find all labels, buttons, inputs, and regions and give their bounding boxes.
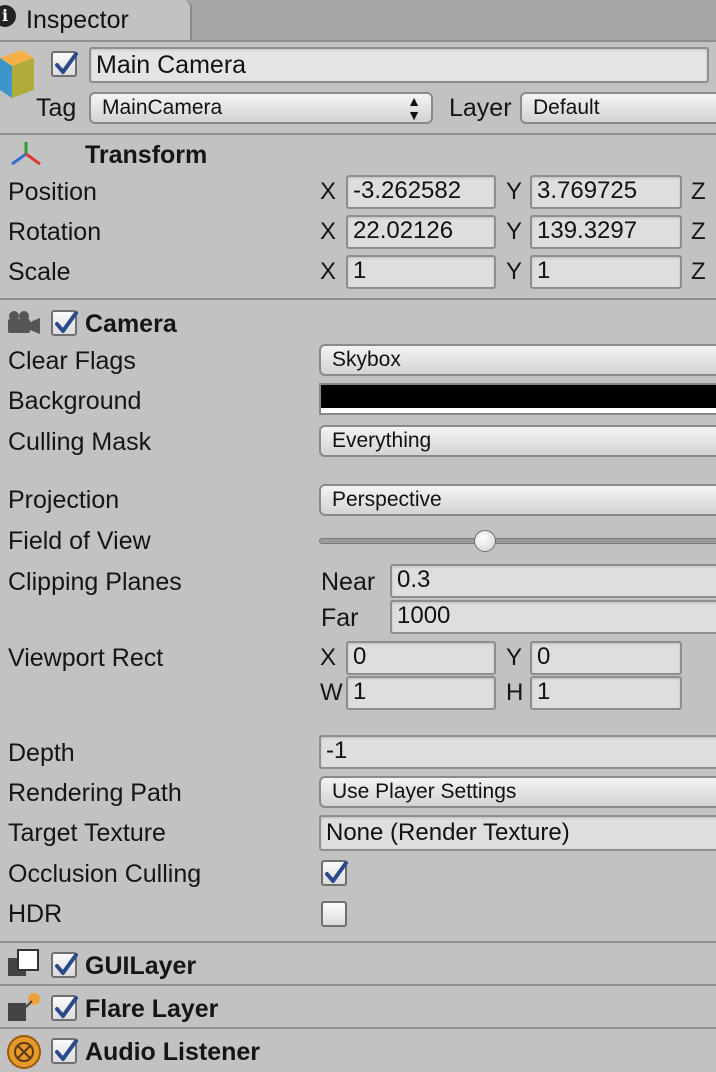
- flare-layer-icon: [8, 993, 40, 1021]
- fov-label: Field of View: [8, 527, 151, 555]
- projection-label: Projection: [8, 486, 120, 514]
- culling-mask-value: Everything: [332, 429, 432, 452]
- clipping-planes-label: Clipping Planes: [8, 568, 182, 596]
- scale-label: Scale: [8, 258, 71, 286]
- position-x-field[interactable]: -3.262582: [346, 175, 496, 209]
- camera-divider: [0, 941, 716, 943]
- clear-flags-dropdown[interactable]: Skybox: [319, 344, 716, 376]
- position-y-field[interactable]: 3.769725: [530, 175, 682, 209]
- camera-enabled-checkbox[interactable]: [51, 310, 78, 336]
- rendering-path-label: Rendering Path: [8, 779, 182, 807]
- near-label: Near: [321, 568, 376, 596]
- rotation-x-axis: X: [320, 218, 337, 245]
- transform-axes-icon: [11, 142, 41, 166]
- scale-x-field[interactable]: 1: [346, 255, 496, 289]
- audio-listener-enabled-checkbox[interactable]: [51, 1038, 78, 1064]
- far-label: Far: [321, 604, 359, 632]
- scale-y-field[interactable]: 1: [530, 255, 682, 289]
- viewport-x-field[interactable]: 0: [346, 641, 496, 675]
- header-divider: [0, 133, 716, 135]
- target-texture-label: Target Texture: [8, 819, 166, 847]
- rotation-z-axis: Z: [691, 218, 706, 245]
- tag-label: Tag: [36, 94, 77, 122]
- viewport-x-label: X: [320, 644, 337, 671]
- background-label: Background: [8, 387, 142, 415]
- audio-listener-icon: [7, 1035, 41, 1069]
- scale-x-axis: X: [320, 258, 337, 285]
- depth-label: Depth: [8, 739, 75, 767]
- viewport-h-label: H: [506, 679, 524, 706]
- clear-flags-value: Skybox: [332, 348, 401, 371]
- guilayer-enabled-checkbox[interactable]: [51, 952, 78, 978]
- culling-mask-label: Culling Mask: [8, 428, 152, 456]
- position-z-axis: Z: [691, 178, 706, 205]
- hdr-checkbox[interactable]: [321, 901, 347, 927]
- gameobject-cube-icon: [0, 50, 34, 98]
- tab-title: Inspector: [26, 6, 129, 34]
- camera-title: Camera: [85, 310, 177, 338]
- fov-slider-track[interactable]: [319, 538, 716, 544]
- object-active-checkbox[interactable]: [51, 51, 78, 77]
- tab-divider: [0, 40, 716, 42]
- flare-layer-title: Flare Layer: [85, 995, 219, 1023]
- audio-listener-title: Audio Listener: [85, 1038, 261, 1066]
- tab-inspector[interactable]: i Inspector: [0, 0, 192, 40]
- layer-dropdown[interactable]: Default: [520, 92, 716, 124]
- rendering-path-dropdown[interactable]: Use Player Settings: [319, 776, 716, 808]
- position-label: Position: [8, 178, 97, 206]
- rotation-label: Rotation: [8, 218, 102, 246]
- tag-dropdown[interactable]: MainCamera ▲ ▼: [89, 92, 433, 124]
- viewport-y-field[interactable]: 0: [530, 641, 682, 675]
- clear-flags-label: Clear Flags: [8, 347, 136, 375]
- viewport-w-field[interactable]: 1: [346, 676, 496, 710]
- flare-layer-enabled-checkbox[interactable]: [51, 995, 78, 1021]
- culling-mask-dropdown[interactable]: Everything: [319, 425, 716, 457]
- tag-value: MainCamera: [102, 96, 223, 119]
- viewport-rect-label: Viewport Rect: [8, 644, 164, 672]
- scale-z-axis: Z: [691, 258, 706, 285]
- position-x-axis: X: [320, 178, 337, 205]
- background-color-swatch[interactable]: [319, 383, 716, 415]
- scale-y-axis: Y: [506, 258, 523, 285]
- fov-slider-thumb[interactable]: [474, 530, 496, 552]
- guilayer-divider: [0, 984, 716, 986]
- depth-field[interactable]: -1: [319, 735, 716, 769]
- projection-dropdown[interactable]: Perspective: [319, 484, 716, 516]
- transform-title: Transform: [85, 141, 208, 169]
- flare-layer-divider: [0, 1027, 716, 1029]
- guilayer-icon: [8, 949, 39, 976]
- rendering-path-value: Use Player Settings: [332, 780, 517, 803]
- camera-icon: [8, 311, 40, 334]
- position-y-axis: Y: [506, 178, 523, 205]
- object-name-field[interactable]: Main Camera: [89, 47, 709, 83]
- background-alpha-bar: [321, 408, 716, 413]
- viewport-y-label: Y: [506, 644, 523, 671]
- viewport-w-label: W: [320, 679, 343, 706]
- near-field[interactable]: 0.3: [390, 564, 716, 598]
- transform-divider: [0, 298, 716, 300]
- rotation-y-axis: Y: [506, 218, 523, 245]
- updown-arrows-icon: ▲ ▼: [407, 93, 421, 123]
- rotation-x-field[interactable]: 22.02126: [346, 215, 496, 249]
- occlusion-culling-label: Occlusion Culling: [8, 860, 202, 888]
- far-field[interactable]: 1000: [390, 600, 716, 634]
- layer-value: Default: [533, 96, 600, 119]
- projection-value: Perspective: [332, 488, 442, 511]
- layer-label: Layer: [449, 94, 512, 122]
- guilayer-title: GUILayer: [85, 952, 197, 980]
- info-icon: i: [0, 5, 16, 27]
- target-texture-field[interactable]: None (Render Texture): [319, 815, 716, 851]
- viewport-h-field[interactable]: 1: [530, 676, 682, 710]
- hdr-label: HDR: [8, 900, 63, 928]
- occlusion-culling-checkbox[interactable]: [321, 860, 348, 886]
- rotation-y-field[interactable]: 139.3297: [530, 215, 682, 249]
